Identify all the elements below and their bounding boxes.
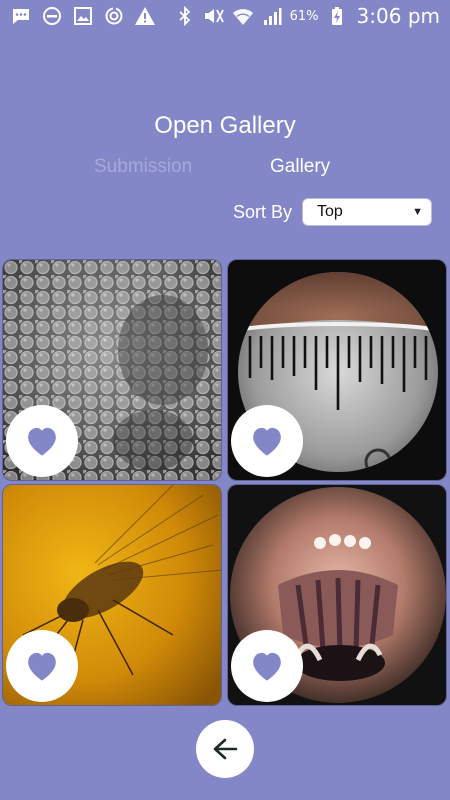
gallery-photo-insect[interactable] <box>2 484 222 706</box>
sort-row: Sort By Top ▼ <box>233 198 433 226</box>
heart-icon <box>253 652 281 681</box>
heart-icon <box>253 427 281 456</box>
do-not-disturb-icon <box>41 5 63 27</box>
gallery-grid <box>2 259 448 707</box>
sort-selected-value: Top <box>317 203 343 220</box>
mute-icon <box>203 5 225 27</box>
status-right-icons: 61% 3:06 pm <box>174 4 440 28</box>
status-left-icons <box>10 5 156 27</box>
tab-gallery[interactable]: Gallery <box>270 156 330 178</box>
tab-submission[interactable]: Submission <box>94 156 192 178</box>
sort-select[interactable]: Top ▼ <box>302 198 433 226</box>
favorite-button[interactable] <box>6 630 78 702</box>
gallery-photo-ruler[interactable] <box>227 259 447 481</box>
wifi-icon <box>232 5 254 27</box>
warning-icon <box>134 5 156 27</box>
tab-bar: Submission Gallery <box>0 156 450 182</box>
favorite-button[interactable] <box>231 405 303 477</box>
favorite-button[interactable] <box>6 405 78 477</box>
image-icon <box>72 5 94 27</box>
sort-label: Sort By <box>233 201 293 222</box>
battery-charging-icon <box>326 5 348 27</box>
status-bar: 61% 3:06 pm <box>0 0 450 32</box>
dropdown-arrow-icon: ▼ <box>412 206 424 218</box>
signal-icon <box>261 5 283 27</box>
heart-icon <box>28 652 56 681</box>
gallery-photo-bubbles[interactable] <box>2 259 222 481</box>
heart-icon <box>28 427 56 456</box>
arrow-left-icon <box>213 738 238 760</box>
sync-icon <box>103 5 125 27</box>
page-title: Open Gallery <box>154 112 296 139</box>
clock: 3:06 pm <box>356 4 440 28</box>
battery-percent: 61% <box>289 8 319 24</box>
favorite-button[interactable] <box>231 630 303 702</box>
message-icon <box>10 5 32 27</box>
bluetooth-icon <box>174 5 196 27</box>
back-button[interactable] <box>196 720 254 778</box>
gallery-photo-spider[interactable] <box>227 484 447 706</box>
